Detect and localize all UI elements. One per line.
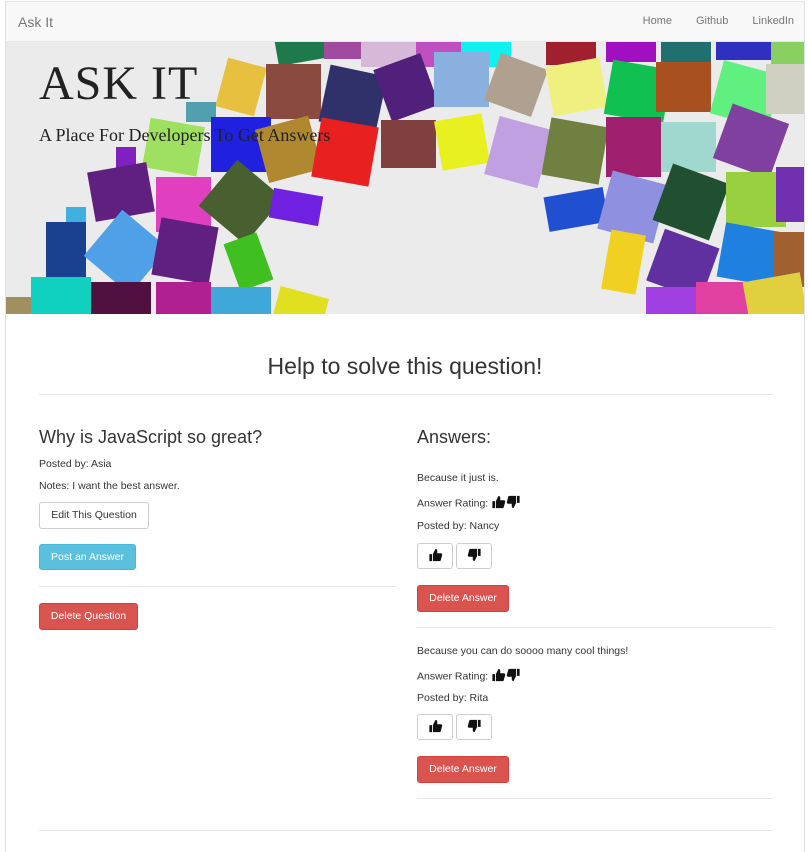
thumbs-down-icon (467, 548, 482, 565)
hero-subtitle: A Place For Developers To Get Answers (39, 125, 331, 145)
downvote-button[interactable] (456, 714, 492, 740)
brand-link[interactable]: Ask It (18, 14, 53, 30)
question-notes: Notes: I want the best answer. (39, 480, 180, 492)
page-frame: Ask It Home Github LinkedIn ASK IT A Pla… (5, 1, 805, 852)
hero-banner: ASK IT A Place For Developers To Get Ans… (6, 42, 804, 314)
thumbs-down-icon (506, 495, 521, 512)
answer-rating-label: Answer Rating: (417, 670, 489, 683)
thumbs-up-icon (428, 548, 443, 565)
nav-linkedin-link[interactable]: LinkedIn (728, 15, 794, 27)
answer-item: Because you can do soooo many cool thing… (417, 645, 773, 799)
post-answer-button[interactable]: Post an Answer (39, 544, 136, 570)
edit-question-button[interactable]: Edit This Question (39, 502, 149, 529)
downvote-button[interactable] (456, 543, 492, 569)
thumbs-up-icon (428, 719, 443, 736)
question-panel: Why is JavaScript so great? Posted by: A… (39, 427, 396, 630)
thumbs-up-icon (491, 495, 506, 512)
heading-divider (39, 394, 773, 395)
answer-rating: Answer Rating: (417, 668, 521, 685)
answer-divider (417, 627, 773, 628)
delete-answer-button[interactable]: Delete Answer (417, 756, 509, 783)
answer-rating: Answer Rating: (417, 495, 521, 512)
thumbs-down-icon (506, 668, 521, 685)
thumbs-down-icon (467, 719, 482, 736)
answer-divider (417, 798, 773, 799)
answer-text: Because you can do soooo many cool thing… (417, 645, 629, 657)
answer-posted-by: Posted by: Rita (417, 692, 489, 704)
question-posted-by: Posted by: Asia (39, 458, 112, 470)
question-divider (39, 586, 396, 587)
question-title: Why is JavaScript so great? (39, 427, 263, 447)
upvote-button[interactable] (417, 714, 453, 740)
answers-panel: Answers: Because it just is. Answer Rati… (417, 427, 773, 799)
delete-question-button[interactable]: Delete Question (39, 603, 138, 630)
answers-heading: Answers: (417, 427, 492, 447)
nav-github-link[interactable]: Github (672, 15, 728, 27)
navbar: Ask It Home Github LinkedIn (6, 1, 804, 42)
nav-links: Home Github LinkedIn (619, 15, 794, 27)
answer-text: Because it just is. (417, 472, 499, 484)
answer-rating-label: Answer Rating: (417, 497, 489, 510)
nav-home-link[interactable]: Home (619, 15, 672, 27)
answer-item: Because it just is. Answer Rating: Poste… (417, 472, 773, 628)
thumbs-up-icon (491, 668, 506, 685)
page-heading: Help to solve this question! (267, 353, 543, 379)
delete-answer-button[interactable]: Delete Answer (417, 585, 509, 612)
answer-posted-by: Posted by: Nancy (417, 520, 500, 532)
upvote-button[interactable] (417, 543, 453, 569)
hero-title: ASK IT (39, 57, 199, 110)
footer-divider (39, 830, 773, 831)
